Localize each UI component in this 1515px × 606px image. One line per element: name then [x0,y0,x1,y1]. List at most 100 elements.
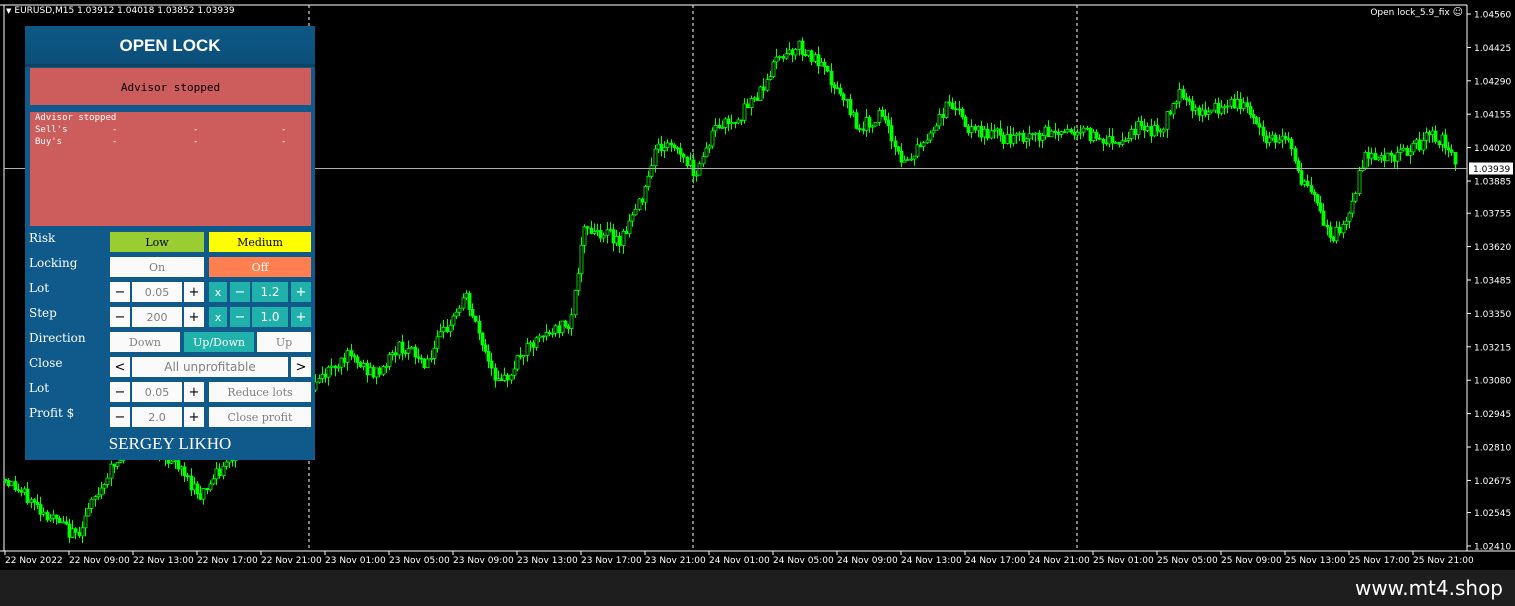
candle-body [899,150,904,163]
price-label: 1.03885 [1474,178,1511,188]
time-label: 23 Nov 01:00 [325,556,386,566]
candle-body [665,142,670,148]
candle-body [726,118,731,125]
candle-body [621,230,626,246]
candle-body [1222,106,1227,109]
candle-body [1350,200,1355,214]
info-status-line: Advisor stopped [35,113,117,123]
lot-minus-button[interactable]: − [110,282,130,302]
candle-body [1219,106,1224,114]
candle-body [861,128,866,131]
candle-body [640,198,645,203]
candle-body [915,144,920,157]
reduce-lot-input[interactable]: 0.05 [132,382,182,402]
candle-body [214,468,219,480]
time-label: 25 Nov 13:00 [1285,556,1346,566]
candle-body [1363,151,1368,169]
candle-body [1251,114,1256,118]
step-multiplier-input[interactable]: 1.0 [252,307,288,327]
close-profit-button[interactable]: Close profit [209,407,311,427]
candle-body [1446,147,1451,151]
candle-body [867,117,872,128]
candle-body [1229,98,1234,107]
step-mult-plus-button[interactable]: + [291,307,311,327]
candle-body [1411,142,1416,153]
price-label: 1.02675 [1474,477,1511,487]
candle-body [1113,142,1118,144]
candle-body [710,130,715,147]
candle-body [509,374,514,381]
candle-body [957,108,962,111]
candle-body [1392,154,1397,162]
status-banner: Advisor stopped [30,68,311,105]
price-label: 1.02410 [1474,543,1511,553]
step-mult-minus-button[interactable]: − [230,307,250,327]
direction-down-button[interactable]: Down [110,332,180,352]
candle-body [925,139,930,144]
candle-body [998,128,1003,136]
candle-body [1376,157,1381,161]
time-label: 25 Nov 21:00 [1413,556,1474,566]
candle-body [1405,147,1410,156]
time-label: 24 Nov 17:00 [965,556,1026,566]
time-label: 23 Nov 09:00 [453,556,514,566]
title-divider [25,64,315,67]
close-mode-next-button[interactable]: > [291,357,311,377]
candle-body [950,102,955,110]
lot-multiplier-toggle[interactable]: x [209,282,227,302]
candle-body [1315,194,1320,204]
candle-body [118,460,123,463]
candle-body [1277,139,1282,143]
candle-body [1133,128,1138,136]
time-label: 24 Nov 09:00 [837,556,898,566]
candle-body [326,366,331,378]
candle-body [83,515,88,529]
current-price-label: 1.03939 [1473,165,1510,175]
smiley-icon[interactable]: ☺ [1453,7,1463,18]
candle-body [688,159,693,166]
lot-plus-button[interactable]: + [184,282,204,302]
step-plus-button[interactable]: + [184,307,204,327]
candle-body [704,147,709,158]
candle-body [387,354,392,367]
candle-body [441,326,446,333]
profit-input[interactable]: 2.0 [132,407,182,427]
step-input[interactable]: 200 [132,307,182,327]
price-label: 1.03755 [1474,210,1511,220]
direction-updown-button[interactable]: Up/Down [184,332,254,352]
candle-body [969,126,974,133]
profit-minus-button[interactable]: − [110,407,130,427]
lot-mult-plus-button[interactable]: + [291,282,311,302]
candle-body [176,460,181,470]
candle-body [1123,139,1128,142]
step-minus-button[interactable]: − [110,307,130,327]
candle-body [1043,126,1048,136]
lot-input[interactable]: 0.05 [132,282,182,302]
time-label: 24 Nov 05:00 [773,556,834,566]
locking-off-button[interactable]: Off [209,257,311,277]
candle-body [45,511,50,521]
reduce-lot-plus-button[interactable]: + [184,382,204,402]
close-mode-value[interactable]: All unprofitable [132,357,288,377]
dropdown-triangle-icon[interactable]: ▼ [6,7,11,15]
locking-on-button[interactable]: On [110,257,204,277]
candle-body [1302,180,1307,185]
close-mode-prev-button[interactable]: < [110,357,130,377]
risk-low-button[interactable]: Low [110,232,204,252]
candle-body [1232,98,1237,109]
reduce-lot-label: Lot [29,381,50,395]
lot-mult-minus-button[interactable]: − [230,282,250,302]
candle-body [365,362,370,376]
candle-body [797,40,802,50]
candle-body [48,517,53,521]
direction-up-button[interactable]: Up [257,332,311,352]
profit-plus-button[interactable]: + [184,407,204,427]
candle-body [784,53,789,59]
step-multiplier-toggle[interactable]: x [209,307,227,327]
lot-multiplier-input[interactable]: 1.2 [252,282,288,302]
candle-body [96,494,101,498]
time-label: 22 Nov 09:00 [69,556,130,566]
reduce-lots-button[interactable]: Reduce lots [209,382,311,402]
risk-medium-button[interactable]: Medium [209,232,311,252]
reduce-lot-minus-button[interactable]: − [110,382,130,402]
